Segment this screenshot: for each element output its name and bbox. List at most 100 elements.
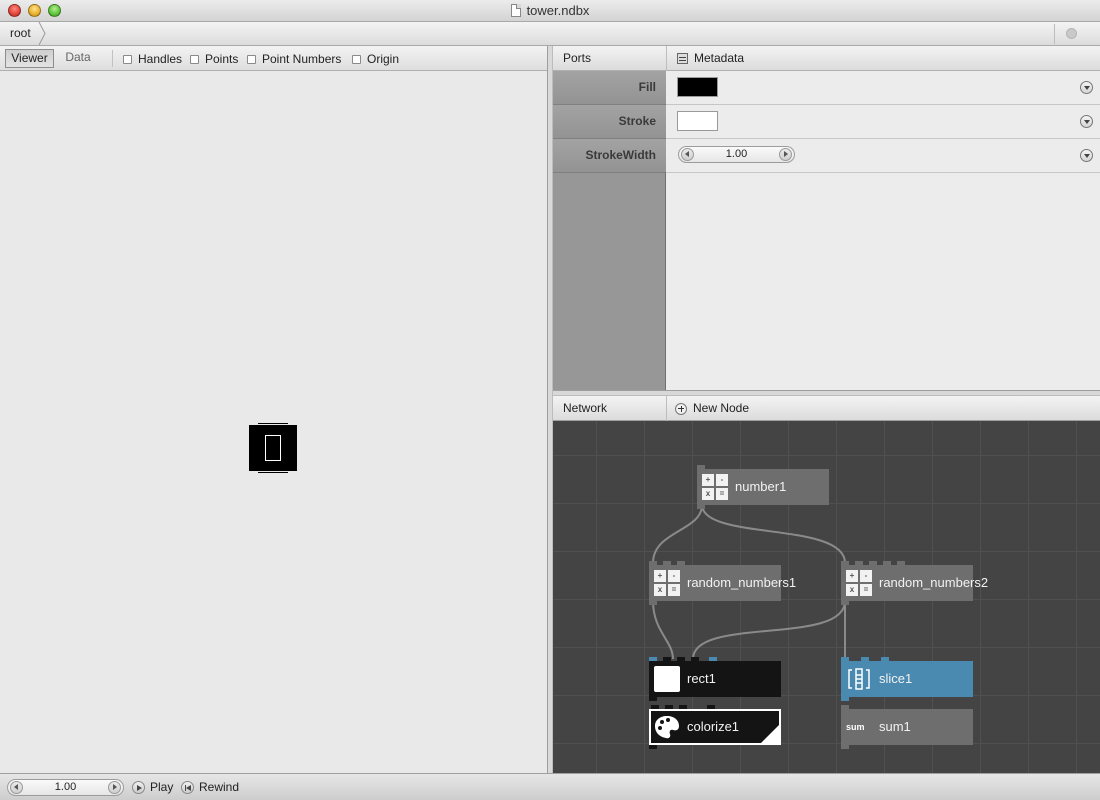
node-label: random_numbers2	[879, 575, 989, 590]
input-port[interactable]	[861, 657, 869, 661]
checkbox-icon	[352, 54, 361, 64]
output-port[interactable]	[649, 745, 657, 749]
input-port[interactable]	[841, 561, 849, 565]
breadcrumb-chevron-icon	[38, 22, 46, 45]
metadata-label: Metadata	[694, 51, 745, 65]
math-icon: + - x =	[702, 474, 728, 500]
colorize-icon	[655, 716, 679, 739]
rewind-icon	[181, 781, 194, 794]
network-header: Network New Node	[553, 396, 1100, 421]
fill-color-swatch[interactable]	[677, 77, 718, 97]
input-port[interactable]	[869, 561, 877, 565]
input-port[interactable]	[677, 561, 685, 565]
port-menu-dropdown-icon[interactable]	[1080, 81, 1093, 94]
output-port[interactable]	[649, 601, 657, 605]
points-label: Points	[205, 52, 239, 66]
input-port[interactable]	[841, 657, 849, 661]
input-port[interactable]	[679, 705, 687, 709]
tab-data[interactable]: Data	[58, 49, 98, 68]
checkbox-icon	[190, 54, 199, 64]
input-port[interactable]	[651, 705, 659, 709]
port-menu-dropdown-icon[interactable]	[1080, 115, 1093, 128]
play-button[interactable]: Play	[132, 779, 173, 796]
output-port[interactable]	[649, 697, 657, 701]
next-frame-icon[interactable]	[108, 781, 121, 794]
rect-icon	[654, 666, 680, 692]
plus-icon	[675, 402, 687, 415]
network-title: Network	[563, 401, 608, 415]
origin-label: Origin	[367, 52, 400, 66]
metadata-button[interactable]: Metadata	[677, 46, 744, 71]
new-node-button[interactable]: New Node	[675, 396, 749, 421]
frame-value[interactable]: 1.00	[8, 780, 123, 795]
strokewidth-stepper[interactable]: 1.00	[678, 146, 795, 163]
playback-bar: 1.00 Play Rewind	[0, 773, 1100, 800]
viewer-pane: Viewer Data Handles Points Point Numbers…	[0, 46, 547, 773]
node-slice1[interactable]: slice1	[841, 657, 973, 701]
origin-checkbox[interactable]: Origin	[352, 51, 399, 67]
ports-pane: Ports Metadata Fill Stroke StrokeWidth 1…	[553, 46, 1100, 390]
port-row-strokewidth: StrokeWidth 1.00	[553, 139, 1100, 173]
header-separator	[666, 46, 667, 71]
play-icon	[132, 781, 145, 794]
tab-viewer[interactable]: Viewer	[5, 49, 54, 68]
breadcrumb: root	[0, 22, 1100, 46]
rewind-button[interactable]: Rewind	[181, 779, 239, 796]
shape-top-line	[258, 423, 288, 424]
network-pane: Network New Node +-x= number1 +-x=	[553, 396, 1100, 773]
node-label: number1	[735, 479, 787, 494]
node-sum1[interactable]: sum sum1	[841, 705, 973, 749]
node-colorize1[interactable]: colorize1	[649, 705, 781, 749]
frame-stepper[interactable]: 1.00	[7, 779, 124, 796]
handles-checkbox[interactable]: Handles	[123, 51, 182, 67]
input-port[interactable]	[855, 561, 863, 565]
document-icon	[510, 4, 521, 17]
node-label: rect1	[687, 671, 716, 686]
checkbox-icon	[247, 54, 256, 64]
points-checkbox[interactable]: Points	[190, 51, 238, 67]
rewind-label: Rewind	[199, 780, 240, 794]
output-port[interactable]	[841, 601, 849, 605]
output-port[interactable]	[697, 505, 705, 509]
checkbox-icon	[123, 54, 132, 64]
input-port[interactable]	[663, 561, 671, 565]
node-random-numbers1[interactable]: + - x = random_numbers1	[649, 561, 796, 605]
increment-icon[interactable]	[779, 148, 792, 161]
slice-icon	[848, 668, 870, 690]
input-port[interactable]	[649, 657, 657, 661]
node-rect1[interactable]: rect1	[649, 657, 781, 701]
viewer-canvas[interactable]	[0, 71, 547, 773]
point-numbers-label: Point Numbers	[262, 52, 342, 66]
breadcrumb-item-root[interactable]: root	[0, 22, 41, 45]
port-label: Stroke	[553, 105, 666, 139]
circle-icon	[1066, 28, 1077, 39]
handles-label: Handles	[138, 52, 183, 66]
shape-bottom-line	[258, 472, 288, 473]
node-label: sum1	[879, 719, 911, 734]
port-label: Fill	[553, 71, 666, 105]
input-port[interactable]	[697, 465, 705, 469]
point-numbers-checkbox[interactable]: Point Numbers	[247, 51, 341, 67]
node-random-numbers2[interactable]: + - x = random_numbers2	[841, 561, 988, 605]
input-port[interactable]	[663, 657, 671, 661]
stroke-color-swatch[interactable]	[677, 111, 718, 131]
toolbar-separator	[112, 50, 113, 67]
node-number1[interactable]: + - x = number1	[697, 465, 829, 509]
network-canvas[interactable]: + - x = number1 + - x = random_numbers1 + - x = r…	[553, 421, 1100, 773]
input-port[interactable]	[841, 705, 849, 709]
math-icon: + - x =	[654, 570, 680, 596]
output-port[interactable]	[841, 745, 849, 749]
breadcrumb-action-button[interactable]	[1054, 24, 1090, 44]
port-menu-dropdown-icon[interactable]	[1080, 149, 1093, 162]
input-port[interactable]	[649, 561, 657, 565]
input-port[interactable]	[677, 657, 685, 661]
rendered-inner-rect	[265, 435, 281, 461]
output-port[interactable]	[841, 697, 849, 701]
port-row-stroke: Stroke	[553, 105, 1100, 139]
input-port[interactable]	[665, 705, 673, 709]
rendered-flag-icon	[761, 725, 779, 743]
strokewidth-value[interactable]: 1.00	[679, 147, 794, 162]
node-label: slice1	[879, 671, 913, 686]
wire-number1-random-numbers2	[701, 504, 846, 564]
title-bar: tower.ndbx	[0, 0, 1100, 22]
